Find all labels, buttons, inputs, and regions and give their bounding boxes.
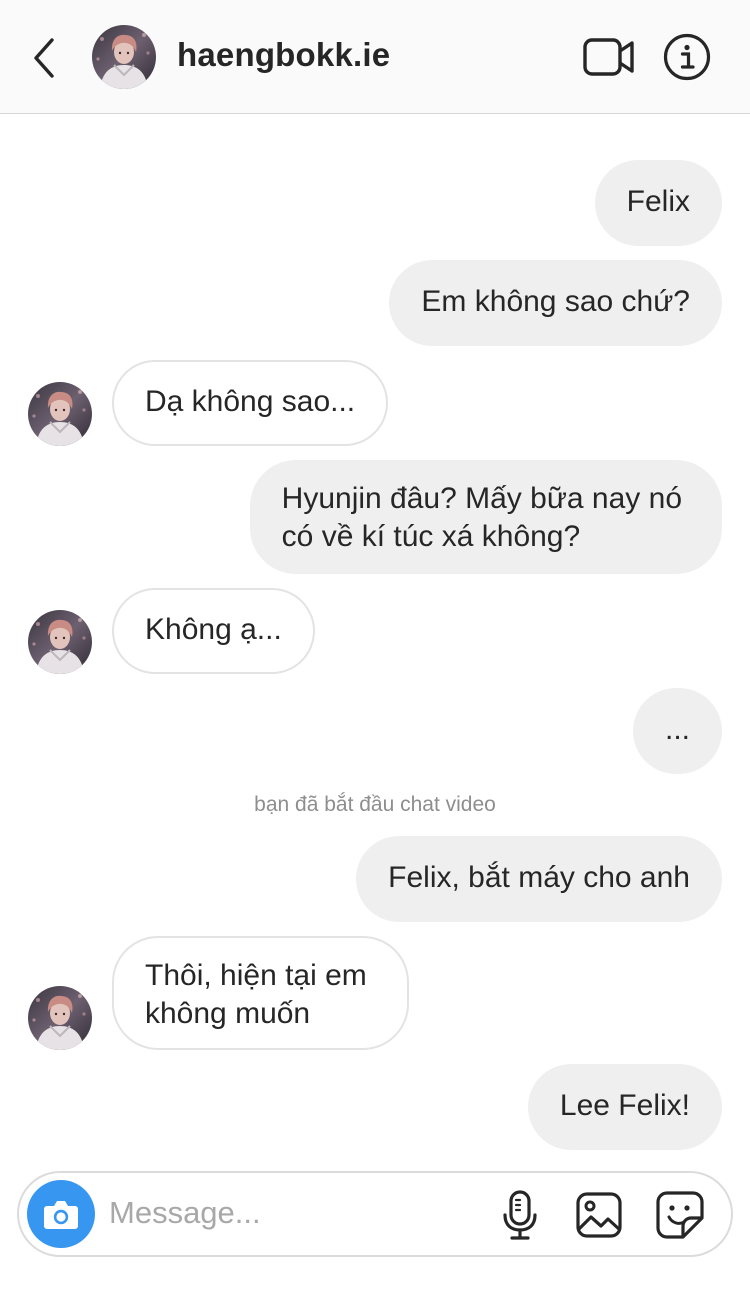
image-icon[interactable] bbox=[575, 1191, 623, 1239]
message-text: Felix bbox=[626, 185, 690, 218]
message-bubble-outgoing[interactable]: Hyunjin đâu? Mấy bữa nay nó có về kí túc… bbox=[249, 460, 722, 574]
message-text: Dạ không sao... bbox=[145, 385, 356, 418]
microphone-icon[interactable] bbox=[499, 1189, 541, 1241]
message-text: Felix, bắt máy cho anh bbox=[388, 861, 690, 894]
message-text: Hyunjin đâu? Mấy bữa nay nó bbox=[281, 482, 682, 515]
sender-avatar[interactable] bbox=[28, 986, 92, 1050]
message-bubble-incoming[interactable]: Không ạ... bbox=[112, 588, 315, 674]
chevron-left-icon[interactable] bbox=[28, 36, 62, 80]
sender-avatar[interactable] bbox=[28, 610, 92, 674]
message-bubble-outgoing[interactable]: ... bbox=[632, 688, 722, 774]
message-text: không muốn bbox=[145, 997, 311, 1030]
camera-button[interactable] bbox=[27, 1180, 95, 1248]
message-bubble-outgoing[interactable]: Felix bbox=[594, 160, 722, 246]
video-camera-icon[interactable] bbox=[583, 36, 635, 78]
message-text: Em không sao chứ? bbox=[421, 285, 690, 318]
message-text: Thôi, hiện tại em bbox=[145, 959, 367, 992]
message-text: Không ạ... bbox=[145, 613, 282, 646]
message-bubble-outgoing[interactable]: Felix, bắt máy cho anh bbox=[356, 836, 722, 922]
message-bubble-outgoing[interactable]: Em không sao chứ? bbox=[389, 260, 722, 346]
message-thread[interactable]: Felix Em không sao chứ? Dạ không sao... … bbox=[0, 0, 750, 1160]
message-composer bbox=[17, 1171, 733, 1257]
chat-header: haengbokk.ie bbox=[0, 0, 750, 114]
message-bubble-incoming[interactable]: Thôi, hiện tại em không muốn bbox=[112, 936, 409, 1050]
chat-username[interactable]: haengbokk.ie bbox=[177, 36, 390, 74]
info-icon[interactable] bbox=[663, 33, 711, 81]
message-bubble-outgoing[interactable]: Lee Felix! bbox=[527, 1064, 722, 1150]
camera-icon bbox=[44, 1201, 78, 1229]
message-text: ... bbox=[664, 713, 690, 746]
video-chat-started-note: bạn đã bắt đầu chat video bbox=[254, 793, 496, 816]
message-text: có về kí túc xá không? bbox=[281, 520, 581, 553]
profile-avatar[interactable] bbox=[92, 25, 156, 89]
message-input[interactable] bbox=[109, 1191, 469, 1235]
message-text: Lee Felix! bbox=[559, 1089, 690, 1122]
message-bubble-incoming[interactable]: Dạ không sao... bbox=[112, 360, 389, 446]
sticker-icon[interactable] bbox=[655, 1190, 705, 1240]
sender-avatar[interactable] bbox=[28, 382, 92, 446]
